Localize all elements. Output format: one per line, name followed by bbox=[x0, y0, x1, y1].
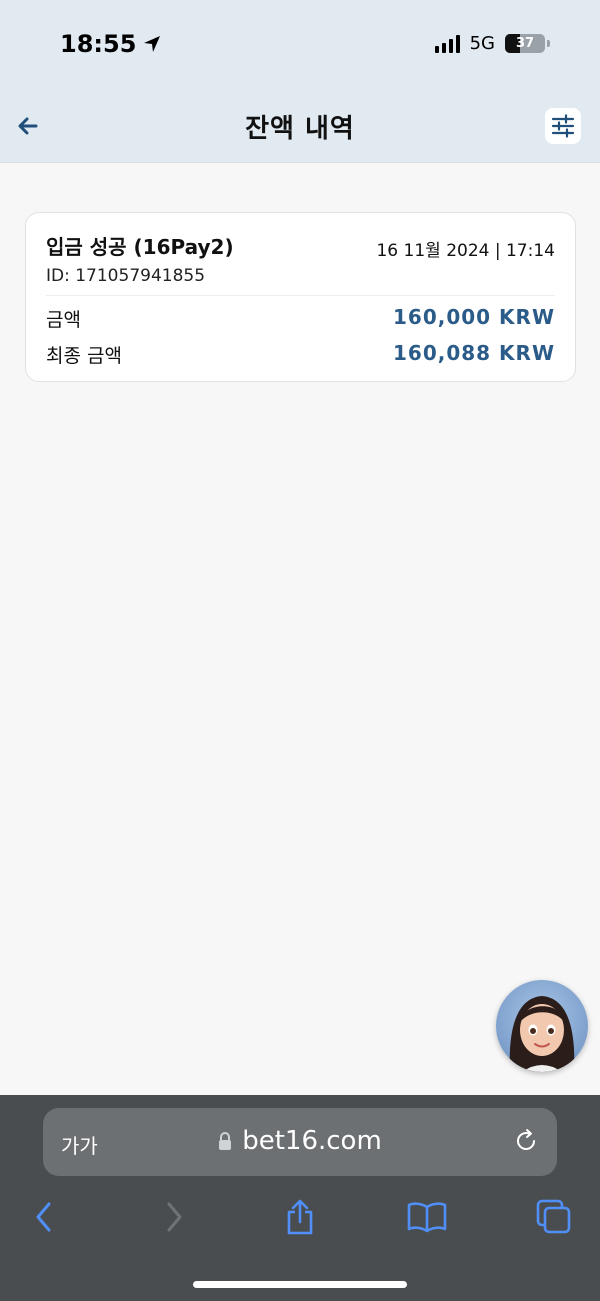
browser-back-button[interactable] bbox=[22, 1195, 66, 1239]
reload-icon bbox=[517, 1129, 535, 1150]
assistant-avatar-icon bbox=[496, 980, 588, 1072]
network-type: 5G bbox=[469, 33, 495, 54]
tabs-icon bbox=[536, 1199, 571, 1234]
sliders-icon bbox=[551, 114, 575, 138]
final-amount-label: 최종 금액 bbox=[46, 345, 122, 367]
card-divider bbox=[46, 295, 555, 296]
final-amount-value: 160,088 KRW bbox=[392, 341, 555, 365]
page-title: 잔액 내역 bbox=[245, 114, 355, 144]
battery-icon: 37 bbox=[505, 34, 545, 53]
assistant-avatar-button[interactable] bbox=[496, 980, 588, 1072]
amount-value: 160,000 KRW bbox=[392, 305, 555, 329]
amount-label: 금액 bbox=[46, 309, 81, 331]
browser-chrome: 가가 bet16.com bbox=[0, 1095, 600, 1301]
status-indicators: 5G 37 bbox=[434, 33, 550, 54]
bookmarks-icon bbox=[407, 1202, 447, 1233]
url-text: bet16.com bbox=[242, 1126, 382, 1156]
status-time-text: 18:55 bbox=[60, 30, 137, 58]
status-time: 18:55 bbox=[60, 30, 162, 58]
transaction-title: 입금 성공 (16Pay2) bbox=[46, 235, 234, 259]
bookmarks-button[interactable] bbox=[405, 1195, 449, 1239]
browser-forward-button[interactable] bbox=[152, 1195, 196, 1239]
app-header: 18:55 5G 37 잔액 내역 bbox=[0, 0, 600, 163]
transaction-id: ID: 171057941855 bbox=[46, 266, 206, 286]
battery-tip bbox=[547, 40, 550, 47]
share-button[interactable] bbox=[278, 1195, 322, 1239]
filter-button[interactable] bbox=[545, 108, 581, 144]
transaction-date: 16 11월 2024 | 17:14 bbox=[376, 241, 555, 261]
battery-level: 37 bbox=[515, 36, 535, 51]
reload-button[interactable] bbox=[513, 1128, 539, 1158]
back-icon bbox=[36, 1202, 51, 1232]
lock-icon bbox=[219, 1132, 232, 1150]
location-arrow-icon bbox=[144, 36, 161, 52]
signal-icon bbox=[434, 34, 460, 53]
url-display[interactable]: bet16.com bbox=[43, 1126, 557, 1156]
share-icon bbox=[287, 1199, 313, 1235]
forward-icon bbox=[167, 1202, 182, 1232]
tabs-button[interactable] bbox=[532, 1195, 576, 1239]
address-bar[interactable]: 가가 bet16.com bbox=[43, 1108, 557, 1176]
home-indicator bbox=[193, 1281, 407, 1288]
transaction-card[interactable]: 입금 성공 (16Pay2) 16 11월 2024 | 17:14 ID: 1… bbox=[25, 212, 576, 382]
